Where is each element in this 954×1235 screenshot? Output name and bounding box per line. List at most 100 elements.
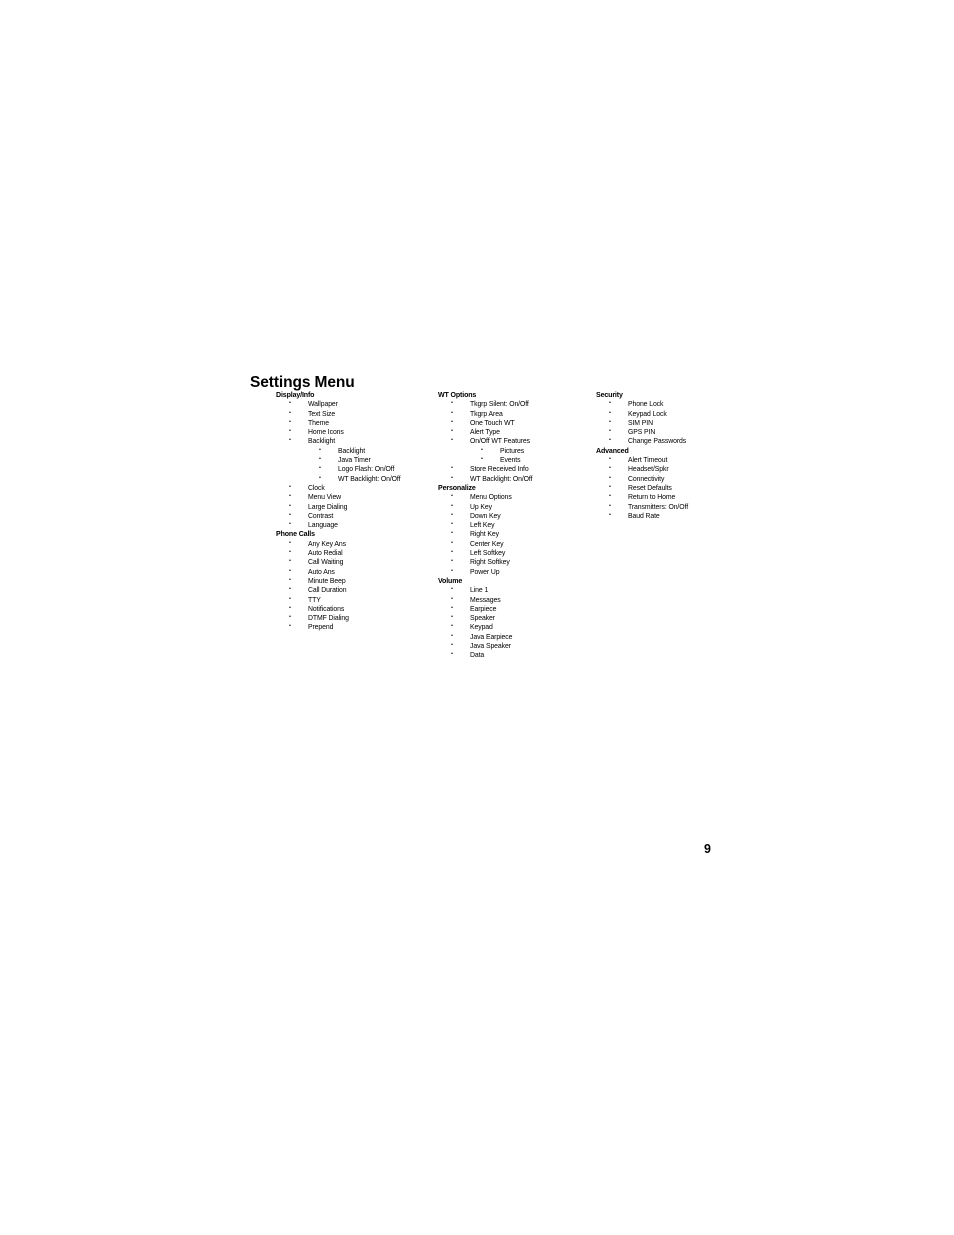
menu-item-label: Transmitters: On/Off [628, 501, 689, 511]
menu-item-label: Menu View [308, 492, 342, 502]
menu-item-label: Tkgrp Area [470, 408, 503, 418]
menu-item-label: Tkgrp Silent: On/Off [470, 399, 529, 409]
menu-subitem: Java Timer [276, 455, 441, 465]
menu-item: Call Duration [276, 585, 441, 595]
menu-item: Earpiece [438, 604, 598, 614]
menu-section-heading: Phone Calls [276, 529, 315, 539]
menu-item: Home Icons [276, 427, 441, 437]
menu-item: Left Softkey [438, 548, 598, 558]
menu-item-label: Backlight [338, 445, 366, 455]
menu-item-label: Power Up [470, 566, 500, 576]
menu-subitem-group: PicturesEvents [438, 446, 598, 465]
menu-item: GPS PIN [596, 427, 756, 437]
menu-item-label: Auto Ans [308, 566, 335, 576]
menu-item-label: Pictures [500, 445, 525, 455]
menu-section-heading: Advanced [596, 445, 629, 455]
menu-item-label: Reset Defaults [628, 482, 672, 492]
menu-item-label: Alert Timeout [628, 455, 668, 465]
menu-item: Language [276, 520, 441, 530]
menu-item-label: WT Backlight: On/Off [338, 473, 401, 483]
menu-section-heading: Personalize [438, 482, 476, 492]
menu-item-label: SIM PIN [628, 417, 653, 427]
menu-item-label: Data [470, 650, 485, 660]
menu-item-label: Connectivity [628, 473, 665, 483]
menu-item: Line 1 [438, 585, 598, 595]
menu-section-heading: Volume [438, 575, 463, 585]
menu-item: Minute Beep [276, 576, 441, 586]
menu-item-label: On/Off WT Features [470, 436, 530, 446]
menu-item-list: WallpaperText SizeThemeHome IconsBacklig… [276, 399, 441, 529]
menu-item: Reset Defaults [596, 482, 756, 493]
menu-item-label: Down Key [470, 510, 501, 520]
menu-item-label: DTMF Dialing [308, 613, 349, 623]
menu-item-label: Backlight [308, 436, 336, 446]
menu-item: Prepend [276, 622, 441, 632]
menu-item-label: Any Key Ans [308, 538, 346, 548]
menu-item-label: GPS PIN [628, 427, 656, 437]
menu-item: DTMF Dialing [276, 613, 441, 623]
menu-item-label: Headset/Spkr [628, 464, 669, 474]
menu-item: Java Earpiece [438, 632, 598, 642]
menu-item-label: Store Received Info [470, 464, 529, 474]
menu-section-heading: WT Options [438, 390, 477, 399]
menu-item: Left Key [438, 520, 598, 530]
menu-item-list: Tkgrp Silent: On/OffTkgrp AreaOne Touch … [438, 399, 598, 483]
menu-item-list: Menu OptionsUp KeyDown KeyLeft KeyRight … [438, 492, 598, 576]
menu-item-label: Left Key [470, 520, 495, 530]
menu-item-label: TTY [308, 594, 321, 604]
menu-item: SIM PIN [596, 417, 756, 428]
menu-item: Power Up [438, 566, 598, 577]
menu-item-label: One Touch WT [470, 417, 515, 427]
menu-item-label: Line 1 [470, 585, 489, 595]
menu-item: Backlight [276, 436, 441, 446]
menu-item: Menu Options [438, 492, 598, 502]
menu-item-list: Phone LockKeypad LockSIM PINGPS PINChang… [596, 399, 756, 446]
menu-item: Alert Type [438, 427, 598, 437]
menu-item: Clock [276, 482, 441, 493]
menu-item-label: Theme [308, 417, 329, 427]
menu-item-label: Logo Flash: On/Off [338, 464, 395, 474]
menu-subitem: Logo Flash: On/Off [276, 464, 441, 474]
menu-column-2: WT OptionsTkgrp Silent: On/OffTkgrp Area… [438, 390, 598, 660]
menu-item-label: Java Timer [338, 455, 371, 465]
menu-item-label: Call Waiting [308, 557, 344, 567]
menu-item-list: Any Key AnsAuto RedialCall WaitingAuto A… [276, 539, 441, 632]
menu-item-label: Prepend [308, 622, 334, 632]
menu-item-label: Messages [470, 594, 501, 604]
menu-item-label: Up Key [470, 501, 492, 511]
menu-item: Center Key [438, 539, 598, 549]
menu-item: TTY [276, 594, 441, 605]
menu-item-label: Right Key [470, 529, 499, 539]
menu-item: Headset/Spkr [596, 464, 756, 474]
menu-section-heading: Security [596, 390, 623, 399]
menu-item: One Touch WT [438, 417, 598, 428]
menu-item: Baud Rate [596, 511, 756, 521]
menu-item-label: Keypad Lock [628, 408, 667, 418]
menu-item-label: Auto Redial [308, 548, 343, 558]
menu-item: WT Backlight: On/Off [438, 474, 598, 484]
menu-item: Data [438, 650, 598, 660]
menu-item: Tkgrp Area [438, 408, 598, 419]
menu-subitem-list: BacklightJava TimerLogo Flash: On/OffWT … [276, 446, 441, 483]
menu-item: Transmitters: On/Off [596, 501, 756, 512]
menu-item-label: Left Softkey [470, 548, 506, 558]
menu-item-label: Clock [308, 482, 325, 492]
menu-item: Keypad [438, 622, 598, 632]
menu-item: Any Key Ans [276, 538, 441, 549]
menu-item: Phone Lock [596, 399, 756, 409]
menu-item-label: Language [308, 520, 338, 530]
menu-item: Connectivity [596, 473, 756, 484]
menu-subitem-list: PicturesEvents [438, 446, 598, 465]
menu-subitem: WT Backlight: On/Off [276, 473, 441, 484]
document-page: Settings Menu Display/InfoWallpaperText … [0, 0, 954, 1235]
menu-item: Change Passwords [596, 436, 756, 446]
menu-item: Up Key [438, 501, 598, 512]
menu-item: Contrast [276, 511, 441, 521]
menu-item: Auto Ans [276, 566, 441, 577]
menu-item: Large Dialing [276, 502, 441, 512]
page-number: 9 [704, 842, 711, 856]
menu-item: Speaker [438, 613, 598, 623]
menu-item: Tkgrp Silent: On/Off [438, 399, 598, 409]
menu-item: Store Received Info [438, 464, 598, 474]
menu-item-label: Alert Type [470, 427, 500, 437]
